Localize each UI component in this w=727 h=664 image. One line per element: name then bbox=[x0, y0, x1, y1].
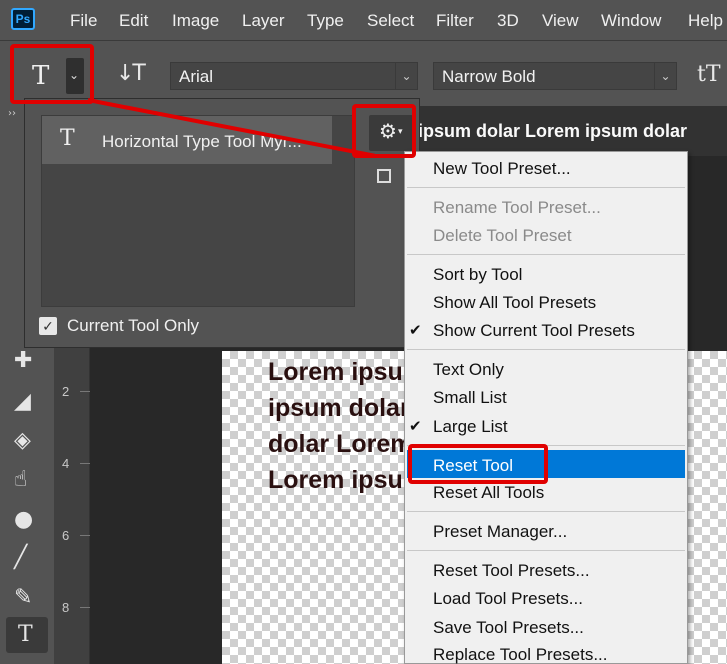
options-bar: T ⌄ ↓T Arial ⌄ Narrow Bold ⌄ tT bbox=[0, 40, 727, 106]
toggle-orientation-icon[interactable]: ↓T bbox=[116, 61, 146, 86]
annotation-box-preset-picker bbox=[10, 44, 94, 104]
annotation-box-gear bbox=[352, 104, 416, 158]
menu-item-show-current-tool-presets[interactable]: Show Current Tool Presets bbox=[433, 321, 635, 341]
expand-panels-icon[interactable]: ›› bbox=[8, 108, 16, 119]
menu-item-load-tool-presets[interactable]: Load Tool Presets... bbox=[433, 589, 583, 609]
menu-item-preset-manager[interactable]: Preset Manager... bbox=[433, 522, 567, 542]
paint-bucket-icon[interactable]: ◈ bbox=[14, 428, 31, 453]
line-icon[interactable]: ╱ bbox=[14, 545, 27, 570]
eraser-icon[interactable]: ◢ bbox=[14, 389, 31, 414]
menu-filter[interactable]: Filter bbox=[436, 11, 474, 31]
text-layer-line[interactable]: dolar Lorem bbox=[268, 430, 412, 459]
text-layer-line[interactable]: Lorem ipsu bbox=[268, 358, 403, 387]
menu-window[interactable]: Window bbox=[601, 11, 661, 31]
menu-file[interactable]: File bbox=[70, 11, 97, 31]
menu-item-show-all-tool-presets[interactable]: Show All Tool Presets bbox=[433, 293, 596, 313]
menu-item-save-tool-presets[interactable]: Save Tool Presets... bbox=[433, 618, 584, 638]
chevron-down-icon: ⌄ bbox=[654, 63, 676, 89]
type-tool-icon: T bbox=[60, 126, 75, 151]
menu-item-new-tool-preset[interactable]: New Tool Preset... bbox=[433, 159, 571, 179]
font-family-value: Arial bbox=[179, 67, 214, 86]
current-tool-only-label: Current Tool Only bbox=[67, 316, 199, 335]
menu-item-text-only[interactable]: Text Only bbox=[433, 360, 504, 380]
menu-type[interactable]: Type bbox=[307, 11, 344, 31]
menu-bar: Ps File Edit Image Layer Type Select Fil… bbox=[0, 0, 727, 40]
preset-context-menu: New Tool Preset... Rename Tool Preset...… bbox=[404, 151, 688, 664]
ruler-label: 6 bbox=[62, 528, 70, 543]
checkmark-icon: ✔ bbox=[409, 322, 422, 339]
menu-item-reset-all-tools[interactable]: Reset All Tools bbox=[433, 483, 544, 503]
menu-item-delete-tool-preset: Delete Tool Preset bbox=[433, 226, 572, 245]
menu-edit[interactable]: Edit bbox=[119, 11, 148, 31]
font-size-icon[interactable]: tT bbox=[697, 62, 721, 87]
menu-item-replace-tool-presets[interactable]: Replace Tool Presets... bbox=[433, 645, 608, 664]
menu-layer[interactable]: Layer bbox=[242, 11, 285, 31]
current-tool-only-checkbox[interactable]: ✓ bbox=[39, 317, 57, 335]
chevron-down-icon: ⌄ bbox=[395, 63, 417, 89]
menu-item-small-list[interactable]: Small List bbox=[433, 388, 507, 408]
ruler-label: 8 bbox=[62, 600, 70, 615]
menu-item-large-list[interactable]: Large List bbox=[433, 417, 508, 437]
dodge-icon[interactable]: ● bbox=[14, 507, 33, 532]
font-family-select[interactable]: Arial ⌄ bbox=[170, 62, 418, 90]
ruler-label: 4 bbox=[62, 456, 70, 471]
text-layer-line[interactable]: ipsum dolar bbox=[268, 394, 410, 423]
menu-3d[interactable]: 3D bbox=[497, 11, 519, 31]
bandage-icon[interactable]: ✚ bbox=[14, 348, 32, 373]
menu-image[interactable]: Image bbox=[172, 11, 219, 31]
text-layer-line[interactable]: Lorem ipsu bbox=[268, 466, 403, 495]
type-icon[interactable]: T bbox=[18, 622, 33, 647]
menu-item-rename-tool-preset: Rename Tool Preset... bbox=[433, 198, 601, 217]
ruler-label: 2 bbox=[62, 384, 70, 399]
photoshop-logo: Ps bbox=[11, 8, 35, 30]
eyedropper-icon[interactable]: ✎ bbox=[14, 585, 32, 610]
annotation-box-reset-tool bbox=[408, 444, 548, 484]
menu-view[interactable]: View bbox=[542, 11, 579, 31]
font-style-select[interactable]: Narrow Bold ⌄ bbox=[433, 62, 677, 90]
font-style-value: Narrow Bold bbox=[442, 67, 536, 86]
menu-help[interactable]: Help bbox=[688, 11, 723, 31]
document-tab-title: m ipsum dolar Lorem ipsum dolar bbox=[397, 121, 688, 141]
new-preset-icon[interactable] bbox=[377, 169, 391, 183]
menu-item-reset-tool-presets[interactable]: Reset Tool Presets... bbox=[433, 561, 590, 581]
checkmark-icon: ✔ bbox=[409, 418, 422, 435]
menu-select[interactable]: Select bbox=[367, 11, 414, 31]
menu-item-sort-by-tool[interactable]: Sort by Tool bbox=[433, 265, 522, 285]
smudge-icon[interactable]: ☝ bbox=[14, 467, 27, 492]
